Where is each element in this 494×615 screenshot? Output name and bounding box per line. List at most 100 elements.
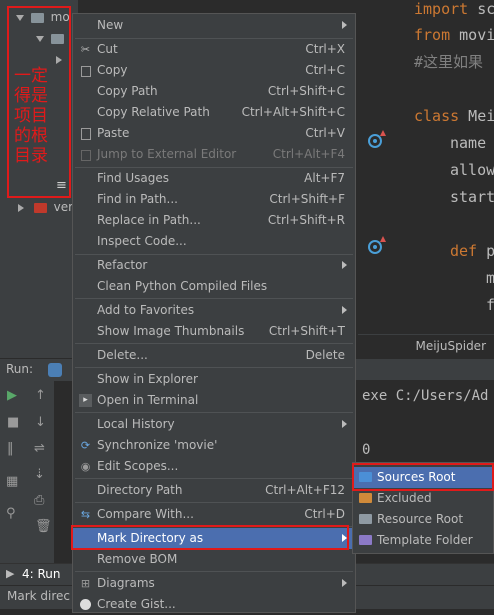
menu-item-synchronize[interactable]: ⟳ Synchronize 'movie' (73, 435, 355, 456)
terminal-icon: ▸ (79, 394, 92, 407)
override-gutter-icon[interactable] (368, 134, 382, 148)
up-arrow-icon (380, 130, 386, 136)
collapse-arrow-icon[interactable] (18, 203, 24, 212)
submenu-item-resource-root[interactable]: Resource Root (353, 509, 493, 530)
code-line: allow (450, 161, 494, 179)
diagram-icon: ⊞ (80, 577, 91, 590)
menu-item-refactor[interactable]: Refactor (73, 255, 355, 276)
menu-item-clean-python-compiled-files[interactable]: Clean Python Compiled Files (73, 276, 355, 297)
scope-icon: ◉ (80, 460, 91, 473)
console-line: exe C:/Users/Ad (362, 388, 489, 404)
submenu-arrow-icon (342, 306, 347, 314)
menu-item-cut[interactable]: ✂ Cut Ctrl+X (73, 39, 355, 60)
soft-wrap-icon[interactable]: ⇌ (34, 441, 45, 456)
console-line: 0 (362, 442, 371, 458)
menu-item-remove-bom[interactable]: Remove BOM (73, 549, 355, 570)
folder-icon (359, 514, 372, 524)
menu-separator (75, 367, 353, 368)
folder-icon (359, 493, 372, 503)
menu-item-add-to-favorites[interactable]: Add to Favorites (73, 300, 355, 321)
menu-item-replace-in-path[interactable]: Replace in Path... Ctrl+Shift+R (73, 210, 355, 231)
run-toolbar-secondary: ↑ ↓ ⇌ ⇣ ⎙ 🗑 (28, 380, 54, 565)
submenu-item-excluded[interactable]: Excluded (353, 488, 493, 509)
menu-item-compare-with[interactable]: ⇆ Compare With... Ctrl+D (73, 504, 355, 525)
code-comment: #这里如果 (414, 53, 484, 71)
folder-icon (359, 535, 372, 545)
submenu-arrow-icon (342, 420, 347, 428)
menu-item-new[interactable]: New (73, 15, 355, 36)
menu-lines-icon: ≡ (56, 178, 67, 193)
menu-item-delete[interactable]: Delete... Delete (73, 345, 355, 366)
context-menu: New ✂ Cut Ctrl+X Copy Ctrl+C Copy Path Ctrl+… (72, 13, 356, 613)
menu-item-local-history[interactable]: Local History (73, 414, 355, 435)
paste-icon (81, 128, 91, 140)
menu-item-directory-path[interactable]: Directory Path Ctrl+Alt+F12 (73, 480, 355, 501)
menu-separator (75, 478, 353, 479)
annotation-box (352, 463, 494, 491)
rerun-icon[interactable]: ▶ (7, 388, 17, 403)
down-icon[interactable]: ↓ (35, 415, 46, 430)
menu-item-find-usages[interactable]: Find Usages Alt+F7 (73, 168, 355, 189)
run-tab-icon[interactable]: ▶ (6, 567, 14, 580)
breadcrumb-label: MeijuSpider (415, 339, 486, 353)
pin-icon[interactable]: ⚲ (6, 506, 16, 521)
submenu-item-template-folder[interactable]: Template Folder (353, 530, 493, 551)
code-editor[interactable]: import sc from movi #这里如果 class Meij nam… (360, 0, 494, 360)
menu-item-paste[interactable]: Paste Ctrl+V (73, 123, 355, 144)
menu-item-copy-path[interactable]: Copy Path Ctrl+Shift+C (73, 81, 355, 102)
menu-separator (75, 502, 353, 503)
menu-separator (75, 343, 353, 344)
run-tab[interactable]: 4: Run (22, 567, 61, 581)
cut-icon: ✂ (80, 43, 91, 56)
code-line: f (486, 296, 494, 314)
code-line: from movi (414, 26, 494, 44)
code-line: start (450, 188, 494, 206)
trash-icon[interactable]: 🗑 (35, 519, 52, 534)
stop-icon[interactable]: ■ (7, 415, 19, 430)
folder-icon (33, 202, 47, 213)
menu-item-create-gist[interactable]: Create Gist... (73, 594, 355, 615)
scroll-to-end-icon[interactable]: ⇣ (34, 467, 45, 482)
annotation-box (71, 525, 349, 550)
python-icon[interactable] (48, 363, 62, 377)
status-text: Mark direc (7, 589, 71, 603)
override-gutter-icon[interactable] (368, 240, 382, 254)
code-line: class Meij (414, 107, 494, 125)
menu-separator (75, 298, 353, 299)
submenu-arrow-icon (342, 21, 347, 29)
breadcrumb[interactable]: MeijuSpider (358, 334, 494, 359)
layout-icon[interactable]: ▦ (6, 474, 18, 489)
code-line: import sc (414, 0, 494, 18)
menu-separator (75, 571, 353, 572)
up-arrow-icon (380, 236, 386, 242)
code-line: name (450, 134, 487, 152)
menu-item-show-in-explorer[interactable]: Show in Explorer (73, 369, 355, 390)
external-editor-icon (81, 150, 91, 161)
github-icon (80, 599, 91, 610)
compare-icon: ⇆ (80, 508, 91, 521)
annotation-text: 一定得是项目的根目录 (14, 66, 48, 166)
submenu-arrow-icon (342, 261, 347, 269)
menu-item-show-image-thumbnails[interactable]: Show Image Thumbnails Ctrl+Shift+T (73, 321, 355, 342)
tree-row-venv[interactable]: ver (18, 197, 73, 217)
menu-separator (75, 412, 353, 413)
menu-item-inspect-code[interactable]: Inspect Code... (73, 231, 355, 252)
menu-item-diagrams[interactable]: ⊞ Diagrams (73, 573, 355, 594)
print-icon[interactable]: ⎙ (34, 493, 44, 508)
up-icon[interactable]: ↑ (35, 388, 46, 403)
run-label: Run: (6, 362, 34, 376)
code-line: def p (450, 242, 494, 260)
sync-icon: ⟳ (80, 439, 91, 452)
menu-item-find-in-path[interactable]: Find in Path... Ctrl+Shift+F (73, 189, 355, 210)
menu-item-copy[interactable]: Copy Ctrl+C (73, 60, 355, 81)
submenu-arrow-icon (342, 579, 347, 587)
menu-item-edit-scopes[interactable]: ◉ Edit Scopes... (73, 456, 355, 477)
menu-item-open-in-terminal[interactable]: ▸ Open in Terminal (73, 390, 355, 411)
code-line: m (486, 269, 494, 287)
tree-row-label: ver (53, 200, 74, 214)
menu-item-jump-to-external-editor: Jump to External Editor Ctrl+Alt+F4 (73, 144, 355, 165)
run-toolbar: ▶ ■ ‖ ▦ ⚲ (0, 380, 28, 565)
copy-icon (81, 66, 91, 77)
menu-item-copy-relative-path[interactable]: Copy Relative Path Ctrl+Alt+Shift+C (73, 102, 355, 123)
pause-icon[interactable]: ‖ (7, 441, 14, 456)
